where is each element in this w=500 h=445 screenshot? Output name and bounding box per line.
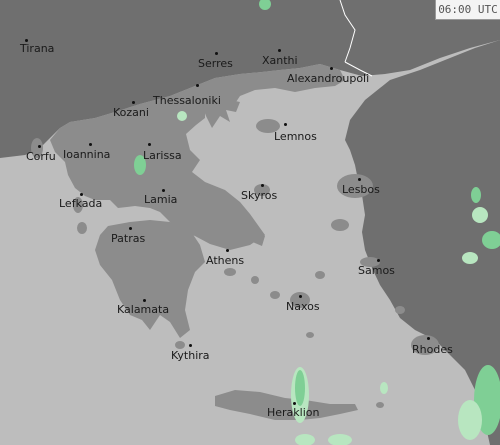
city-dot [278,49,281,52]
city-label-lesbos: Lesbos [342,183,380,196]
city-label-corfu: Corfu [26,150,56,163]
city-dot [284,123,287,126]
city-dot [80,193,83,196]
city-label-athens: Athens [206,254,245,267]
city-dot [427,337,430,340]
city-label-lefkada: Lefkada [59,197,103,210]
city-label-thessaloniki: Thessaloniki [153,94,221,107]
city-dot [377,259,380,262]
city-dot [89,143,92,146]
city-label-alexandroupoli: Alexandroupoli [287,72,370,85]
city-label-kythira: Kythira [171,349,210,362]
city-label-ioannina: Ioannina [63,148,111,161]
city-label-serres: Serres [198,57,233,70]
city-dot [143,299,146,302]
city-label-skyros: Skyros [241,189,278,202]
city-dot [148,143,151,146]
city-dot [189,344,192,347]
city-dot [129,227,132,230]
city-dot [330,67,333,70]
city-dot [261,184,264,187]
city-label-naxos: Naxos [286,300,320,313]
city-label-larissa: Larissa [143,149,182,162]
city-dot [226,249,229,252]
city-label-heraklion: Heraklion [267,406,320,419]
city-label-kalamata: Kalamata [117,303,170,316]
weather-map: Tirana Serres Xanthi Alexandroupoli Thes… [0,0,500,445]
city-label-kozani: Kozani [113,106,149,119]
city-label-xanthi: Xanthi [262,54,298,67]
timestamp-label: 06:00 UTC [435,0,500,20]
city-label-lamia: Lamia [144,193,178,206]
city-dot [293,402,296,405]
city-dot [196,84,199,87]
city-dot [215,52,218,55]
city-label-samos: Samos [358,264,395,277]
city-dot [162,189,165,192]
city-dot [132,101,135,104]
city-dot [299,295,302,298]
city-dot [38,145,41,148]
map-base [0,0,500,445]
city-label-patras: Patras [111,232,146,245]
city-label-rhodes: Rhodes [412,343,453,356]
city-label-tirana: Tirana [20,42,55,55]
city-label-lemnos: Lemnos [274,130,317,143]
city-dot [358,178,361,181]
